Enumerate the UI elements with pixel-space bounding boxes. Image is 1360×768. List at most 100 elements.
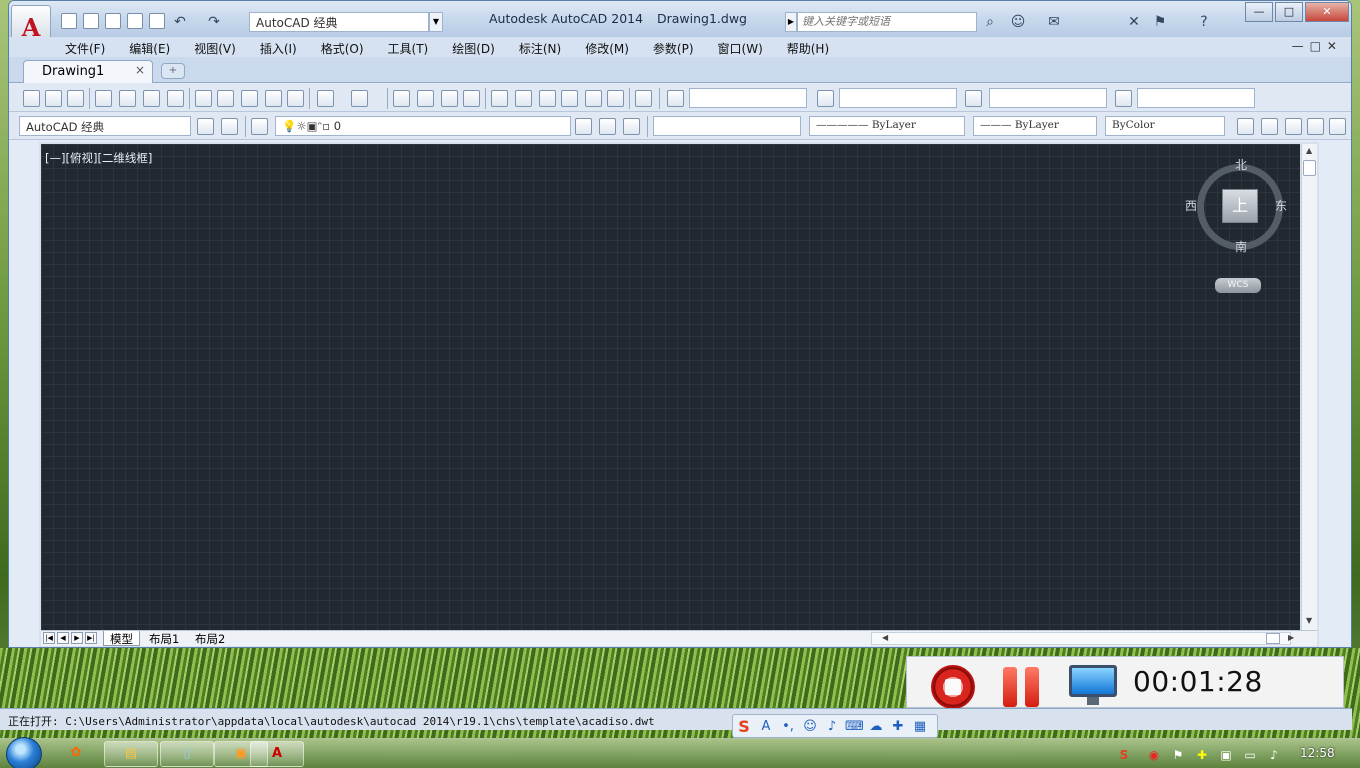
menu-insert[interactable]: 插入(I) [260,37,309,57]
menu-parametric[interactable]: 参数(P) [653,37,706,57]
network-icon[interactable]: ▭ [1242,747,1258,763]
paste-icon[interactable] [241,90,258,107]
ime-emoji-icon[interactable]: ☺ [801,718,819,736]
user-icon[interactable]: ☺ [1009,13,1027,31]
horizontal-scroll-thumb[interactable] [1266,633,1280,644]
menu-file[interactable]: 文件(F) [65,37,117,57]
table-style-icon[interactable] [965,90,982,107]
view-icon[interactable] [1237,118,1254,135]
new-tab-button[interactable]: + [161,63,185,79]
save-icon[interactable] [67,90,84,107]
save-icon[interactable] [105,13,121,29]
sogou-tray-icon[interactable]: S [1116,747,1132,763]
compass-south[interactable]: 南 [1235,238,1247,255]
undo-icon[interactable]: ↶ [171,13,189,31]
3d-print-icon[interactable] [167,90,184,107]
ime-skin-icon[interactable]: ✚ [889,718,907,736]
publish-icon[interactable] [143,90,160,107]
open-icon[interactable] [45,90,62,107]
tab-drawing1[interactable]: Drawing1 [23,60,153,83]
tab-close-icon[interactable]: × [135,63,145,77]
sheet-set-icon[interactable] [561,90,578,107]
scroll-right-icon[interactable]: ▶ [1288,633,1294,642]
dim-style-icon[interactable] [817,90,834,107]
close-button[interactable]: ✕ [1305,2,1349,22]
taskbar-autocad[interactable]: A [250,741,304,767]
vertical-scroll-thumb[interactable] [1303,160,1316,176]
plot-icon[interactable] [149,13,165,29]
undo-icon[interactable] [317,90,334,107]
start-button[interactable] [6,737,42,768]
menu-window[interactable]: 窗口(W) [718,37,775,57]
chevron-down-icon[interactable]: ▼ [429,12,443,32]
record-stop-button[interactable] [931,665,975,709]
viewcube-top-face[interactable]: 上 [1222,189,1258,223]
vertical-scrollbar[interactable]: ▲ ▼ [1301,144,1317,630]
previous-layout-icon[interactable]: ◀ [57,632,69,644]
make-current-layer-icon[interactable] [575,118,592,135]
globe-icon[interactable] [1261,118,1278,135]
exchange-icon[interactable]: ✉ [1045,13,1063,31]
scroll-up-icon[interactable]: ▲ [1306,146,1312,155]
menu-view[interactable]: 视图(V) [194,37,248,57]
workspace-select[interactable]: AutoCAD 经典 [19,116,191,136]
action-center-icon[interactable]: ⚑ [1170,747,1186,763]
network-icon[interactable]: ⚑ [1151,13,1169,31]
taskbar-clock[interactable]: 12:58 [1300,746,1335,760]
drawing-canvas[interactable]: [—][俯视][二维线框] 上 北 南 东 西 WCS [41,144,1300,630]
plot-preview-icon[interactable] [119,90,136,107]
globe-add-icon[interactable] [1285,118,1302,135]
text-style-icon[interactable] [667,90,684,107]
match-properties-icon[interactable] [265,90,282,107]
zoom-window-icon[interactable] [441,90,458,107]
new-file-icon[interactable] [61,13,77,29]
record-pause-button[interactable] [1003,667,1043,707]
search-expand-icon[interactable]: ▶ [785,12,797,32]
sogou-logo-icon[interactable]: S [735,718,753,736]
ime-keyboard-icon[interactable]: ⌨ [845,718,864,736]
viewport-controls-label[interactable]: [—][俯视][二维线框] [45,150,152,166]
mdi-window-controls[interactable]: —□✕ [1292,39,1343,53]
zoom-realtime-icon[interactable] [417,90,434,107]
viewcube[interactable]: 上 北 南 东 西 WCS [1185,154,1291,294]
tab-layout1[interactable]: 布局1 [143,631,185,646]
tray-app-icon[interactable]: ✚ [1194,747,1210,763]
globe-remove-icon[interactable] [1307,118,1324,135]
volume-icon[interactable]: ♪ [1266,747,1282,763]
tab-model[interactable]: 模型 [103,631,140,646]
properties-icon[interactable] [491,90,508,107]
new-icon[interactable] [23,90,40,107]
redo-icon[interactable] [351,90,368,107]
menu-dimension[interactable]: 标注(N) [519,37,573,57]
menu-help[interactable]: 帮助(H) [787,37,841,57]
last-layout-icon[interactable]: ▶| [85,632,97,644]
design-center-icon[interactable] [515,90,532,107]
calculator-icon[interactable] [607,90,624,107]
menu-tools[interactable]: 工具(T) [388,37,441,57]
taskbar-notepad[interactable]: ▯ [160,741,214,767]
wcs-menu-button[interactable]: WCS [1215,278,1261,293]
workspace-quick-select[interactable]: AutoCAD 经典 [249,12,429,32]
multileader-style-icon[interactable] [1115,90,1132,107]
compass-east[interactable]: 东 [1275,197,1287,214]
block-editor-icon[interactable] [287,90,304,107]
tool-palettes-icon[interactable] [539,90,556,107]
multileader-style-select[interactable] [1137,88,1255,108]
menu-format[interactable]: 格式(O) [321,37,376,57]
search-input[interactable] [797,12,977,32]
layer-state-icon[interactable] [623,118,640,135]
minimize-button[interactable]: — [1245,2,1273,22]
plot-icon[interactable] [95,90,112,107]
copy-icon[interactable] [217,90,234,107]
scroll-left-icon[interactable]: ◀ [882,633,888,642]
redo-icon[interactable]: ↷ [205,13,223,31]
next-layout-icon[interactable]: ▶ [71,632,83,644]
record-tray-icon[interactable]: ◉ [1146,747,1162,763]
binoculars-icon[interactable]: ⌕ [981,13,999,31]
ime-punctuation-icon[interactable]: •, [779,718,797,736]
open-file-icon[interactable] [83,13,99,29]
first-layout-icon[interactable]: |◀ [43,632,55,644]
layer-manager-icon[interactable] [251,118,268,135]
compass-north[interactable]: 北 [1235,156,1247,173]
color-select[interactable] [653,116,801,136]
